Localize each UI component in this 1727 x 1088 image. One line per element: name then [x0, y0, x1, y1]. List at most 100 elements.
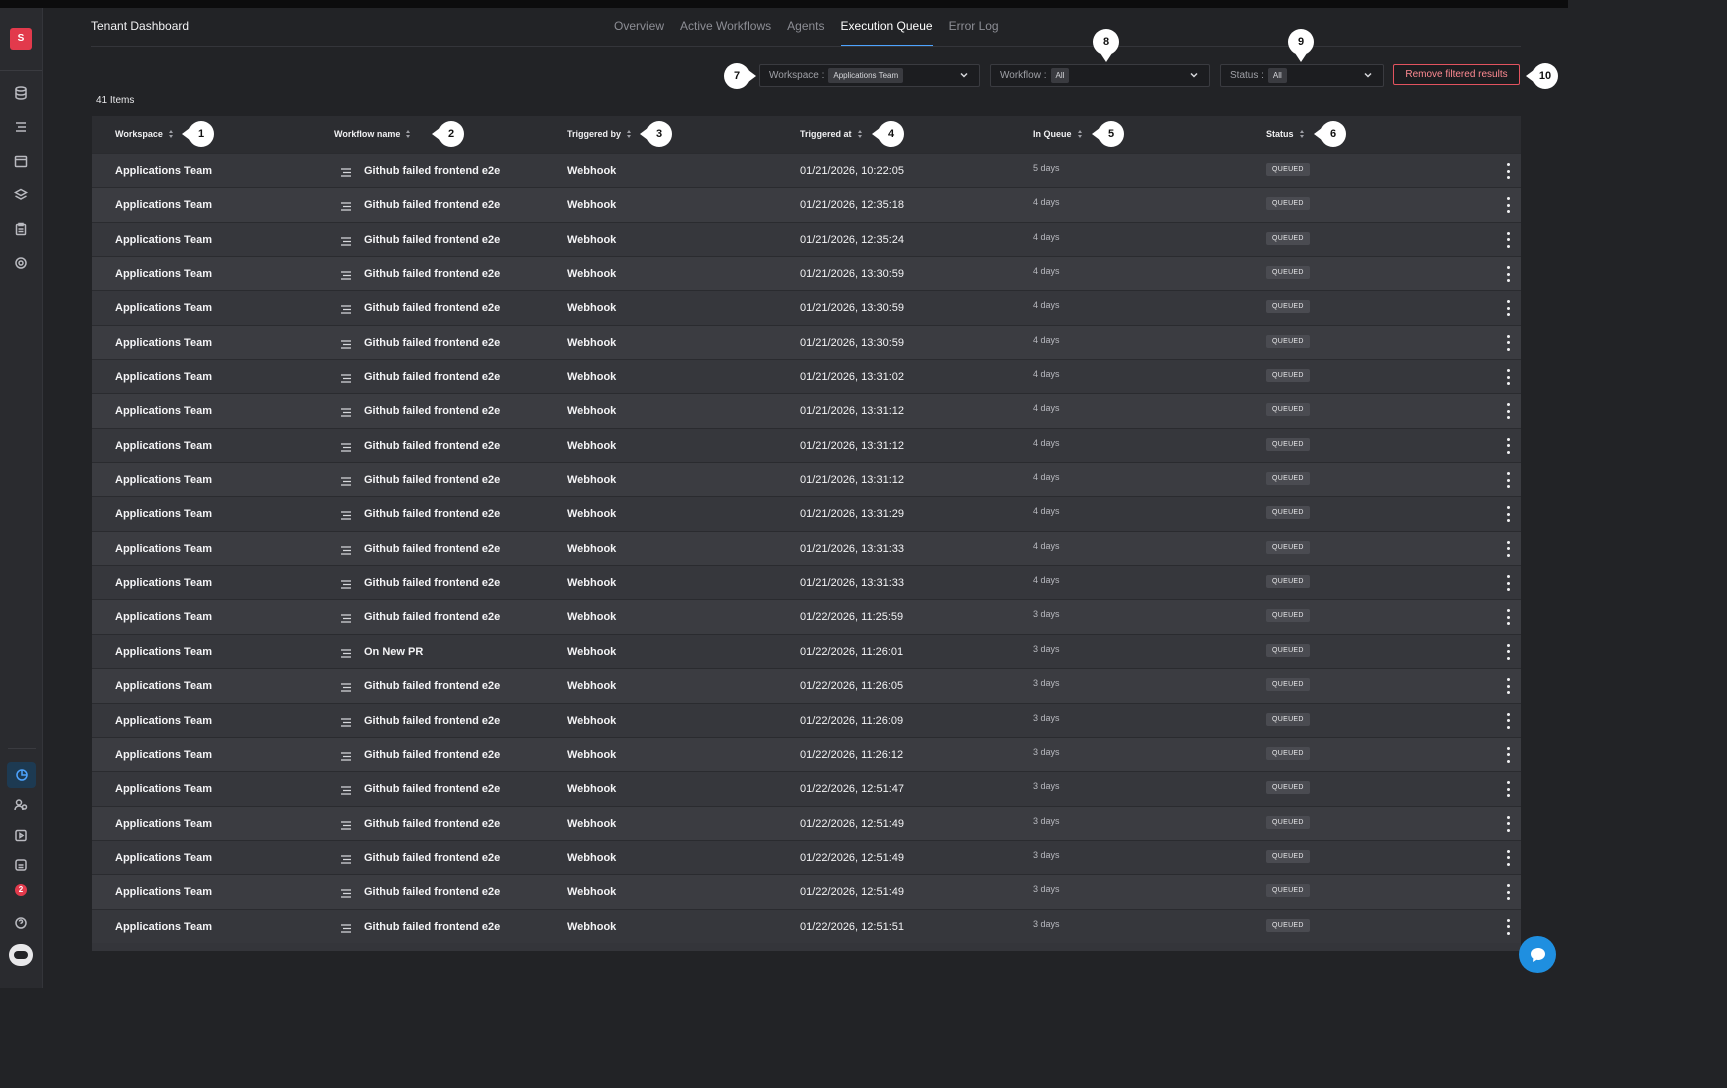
callout-marker: 5	[1092, 121, 1124, 147]
row-actions-menu-icon[interactable]	[1505, 231, 1511, 248]
in-queue-cell: 3 days	[1033, 849, 1060, 860]
table-row[interactable]: Applications Team Github failed frontend …	[92, 462, 1521, 497]
status-badge: QUEUED	[1266, 231, 1310, 245]
row-actions-menu-icon[interactable]	[1505, 815, 1511, 832]
sort-icon[interactable]	[406, 129, 411, 139]
target-icon[interactable]	[12, 254, 30, 272]
calendar-icon[interactable]	[12, 152, 30, 170]
triggered-at-cell: 01/22/2026, 12:51:49	[800, 817, 904, 830]
notification-badge[interactable]: 2	[15, 884, 27, 896]
tab-overview[interactable]: Overview	[614, 19, 664, 47]
workspace-cell: Applications Team	[115, 783, 212, 796]
clipboard-icon[interactable]	[12, 220, 30, 238]
table-row[interactable]: Applications Team Github failed frontend …	[92, 290, 1521, 325]
row-actions-menu-icon[interactable]	[1505, 334, 1511, 351]
row-actions-menu-icon[interactable]	[1505, 678, 1511, 695]
workflow-icon[interactable]	[12, 118, 30, 136]
table-row[interactable]: Applications Team Github failed frontend …	[92, 702, 1521, 737]
status-filter[interactable]: Status : All	[1220, 64, 1384, 87]
table-row[interactable]: Applications Team Github failed frontend …	[92, 324, 1521, 360]
chat-support-button[interactable]	[1519, 936, 1556, 973]
column-header-triggered-at[interactable]: Triggered at	[800, 129, 863, 139]
workspace-cell: Applications Team	[115, 542, 212, 555]
storage-icon[interactable]	[12, 856, 30, 874]
help-icon[interactable]	[12, 914, 30, 932]
table-row[interactable]: Applications Team Github failed frontend …	[92, 359, 1521, 394]
sort-icon[interactable]	[168, 129, 174, 139]
sort-icon[interactable]	[1299, 129, 1305, 139]
users-icon[interactable]	[12, 796, 30, 814]
row-actions-menu-icon[interactable]	[1505, 884, 1511, 901]
column-header-in-queue[interactable]: In Queue	[1033, 129, 1083, 139]
sort-icon[interactable]	[1077, 129, 1083, 139]
row-actions-menu-icon[interactable]	[1505, 918, 1511, 935]
row-actions-menu-icon[interactable]	[1505, 575, 1511, 592]
table-row[interactable]: Applications Team On New PR Webhook 01/22/2…	[92, 633, 1521, 669]
table-row[interactable]: Applications Team Github failed frontend …	[92, 839, 1521, 875]
table-row[interactable]: Applications Team Github failed frontend …	[92, 427, 1521, 463]
table-row[interactable]: Applications Team Github failed frontend …	[92, 771, 1521, 806]
sort-icon[interactable]	[857, 129, 863, 139]
table-row[interactable]: Applications Team Github failed frontend …	[92, 187, 1521, 222]
status-badge: QUEUED	[1266, 300, 1310, 314]
table-row[interactable]: Applications Team Github failed frontend …	[92, 530, 1521, 566]
status-badge: QUEUED	[1266, 334, 1310, 348]
tenant-logo[interactable]: S	[10, 28, 32, 50]
play-icon[interactable]	[12, 826, 30, 844]
workflow-icon	[340, 783, 352, 795]
triggered-at-cell: 01/21/2026, 12:35:18	[800, 199, 904, 212]
row-actions-menu-icon[interactable]	[1505, 472, 1511, 489]
table-row[interactable]: Applications Team Github failed frontend …	[92, 908, 1521, 943]
tab-execution-queue[interactable]: Execution Queue	[840, 19, 933, 47]
table-row[interactable]: Applications Team Github failed frontend …	[92, 221, 1521, 257]
row-actions-menu-icon[interactable]	[1505, 437, 1511, 454]
table-row[interactable]: Applications Team Github failed frontend …	[92, 565, 1521, 600]
tab-active-workflows[interactable]: Active Workflows	[680, 19, 771, 47]
layers-icon[interactable]	[12, 186, 30, 204]
table-row[interactable]: Applications Team Github failed frontend …	[92, 874, 1521, 909]
table-row[interactable]: Applications Team Github failed frontend …	[92, 736, 1521, 772]
table-row[interactable]: Applications Team Github failed frontend …	[92, 256, 1521, 291]
column-header-workflow-name[interactable]: Workflow name	[334, 129, 411, 139]
table-row[interactable]: Applications Team Github failed frontend …	[92, 668, 1521, 703]
tab-agents[interactable]: Agents	[787, 19, 824, 47]
row-actions-menu-icon[interactable]	[1505, 540, 1511, 557]
row-actions-menu-icon[interactable]	[1505, 643, 1511, 660]
tab-error-log[interactable]: Error Log	[949, 19, 999, 47]
triggered-by-cell: Webhook	[567, 508, 617, 521]
row-actions-menu-icon[interactable]	[1505, 163, 1511, 179]
triggered-by-cell: Webhook	[567, 542, 617, 555]
row-actions-menu-icon[interactable]	[1505, 197, 1511, 214]
in-queue-cell: 4 days	[1033, 575, 1060, 586]
sort-icon[interactable]	[627, 129, 632, 139]
row-actions-menu-icon[interactable]	[1505, 609, 1511, 626]
triggered-by-cell: Webhook	[567, 680, 617, 693]
status-badge: QUEUED	[1266, 815, 1310, 829]
workflow-filter[interactable]: Workflow : All	[990, 64, 1210, 87]
database-icon[interactable]	[12, 84, 30, 102]
row-actions-menu-icon[interactable]	[1505, 266, 1511, 283]
remove-filtered-results-button[interactable]: Remove filtered results	[1393, 64, 1520, 85]
row-actions-menu-icon[interactable]	[1505, 746, 1511, 763]
row-actions-menu-icon[interactable]	[1505, 712, 1511, 729]
column-header-status[interactable]: Status	[1266, 129, 1305, 139]
table-row[interactable]: Applications Team Github failed frontend …	[92, 153, 1521, 188]
row-actions-menu-icon[interactable]	[1505, 849, 1511, 866]
triggered-by-cell: Webhook	[567, 268, 617, 281]
row-actions-menu-icon[interactable]	[1505, 369, 1511, 386]
table-row[interactable]: Applications Team Github failed frontend …	[92, 805, 1521, 840]
bot-avatar-icon[interactable]	[9, 944, 33, 966]
column-header-workspace[interactable]: Workspace	[115, 129, 174, 139]
workspace-filter[interactable]: Workspace : Applications Team	[759, 64, 980, 87]
row-actions-menu-icon[interactable]	[1505, 781, 1511, 798]
workflow-name-cell: Github failed frontend e2e	[364, 199, 501, 212]
row-actions-menu-icon[interactable]	[1505, 403, 1511, 420]
table-row[interactable]: Applications Team Github failed frontend …	[92, 599, 1521, 634]
status-badge: QUEUED	[1266, 437, 1310, 451]
table-row[interactable]: Applications Team Github failed frontend …	[92, 496, 1521, 531]
column-header-triggered-by[interactable]: Triggered by	[567, 129, 632, 139]
dashboard-icon[interactable]	[7, 762, 36, 788]
row-actions-menu-icon[interactable]	[1505, 506, 1511, 523]
table-row[interactable]: Applications Team Github failed frontend …	[92, 393, 1521, 428]
row-actions-menu-icon[interactable]	[1505, 300, 1511, 317]
